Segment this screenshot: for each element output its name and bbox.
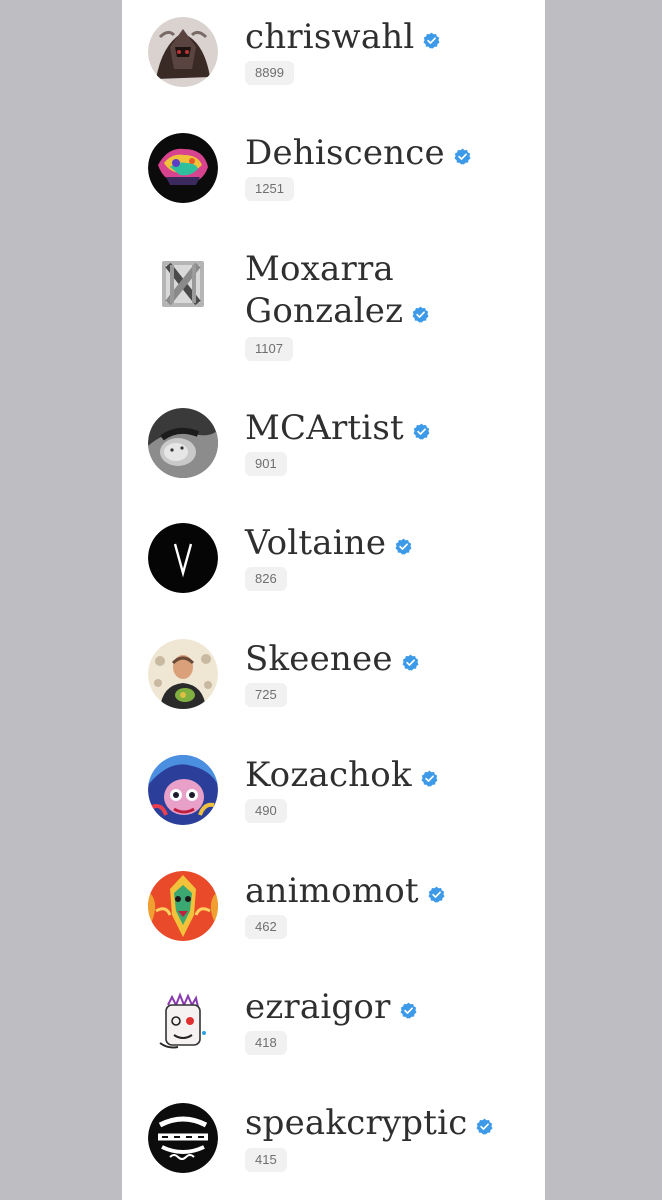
verified-check-icon bbox=[395, 538, 412, 555]
verified-check-icon bbox=[421, 770, 438, 787]
tribal-mask-avatar[interactable] bbox=[148, 871, 218, 941]
creator-item-voltaine[interactable]: Voltaine 826 bbox=[122, 506, 545, 622]
creator-item-mcartist[interactable]: MCArtist 901 bbox=[122, 390, 545, 506]
doodle-face-avatar[interactable] bbox=[148, 987, 218, 1057]
creator-name-block: Skeenee bbox=[245, 638, 525, 680]
x-logo-avatar[interactable] bbox=[148, 249, 218, 319]
creator-item-ezraigor[interactable]: ezraigor 418 bbox=[122, 970, 545, 1086]
creator-item-chriswahl[interactable]: chriswahl 8899 bbox=[122, 0, 545, 116]
colorful-abstract-avatar[interactable] bbox=[148, 133, 218, 203]
warrior-portrait-avatar[interactable] bbox=[148, 17, 218, 87]
creator-name-block: ezraigor bbox=[245, 986, 525, 1028]
creator-name[interactable]: Kozachok bbox=[245, 755, 412, 795]
creator-name-block: chriswahl bbox=[245, 16, 525, 58]
creator-name-block: speakcryptic bbox=[245, 1102, 525, 1144]
count-badge: 1107 bbox=[245, 337, 293, 361]
creator-name-line-2[interactable]: Gonzalez bbox=[245, 290, 525, 332]
creator-name-line-1[interactable]: Moxarra bbox=[245, 248, 525, 290]
count-badge: 826 bbox=[245, 567, 287, 591]
verified-check-icon bbox=[412, 306, 429, 323]
count-badge: 1251 bbox=[245, 177, 294, 201]
verified-check-icon bbox=[428, 886, 445, 903]
count-badge: 901 bbox=[245, 452, 287, 476]
creator-name-line-2-text[interactable]: Gonzalez bbox=[245, 291, 403, 331]
creator-list: chriswahl 8899 Dehiscence 1251 Moxarra G… bbox=[122, 0, 545, 1200]
creator-name-block: Voltaine bbox=[245, 522, 525, 564]
creator-name-block: Moxarra Gonzalez bbox=[245, 248, 525, 332]
creator-item-speakcryptic[interactable]: speakcryptic 415 bbox=[122, 1086, 545, 1200]
creator-name-block: Kozachok bbox=[245, 754, 525, 796]
creator-item-moxarra-gonzalez[interactable]: Moxarra Gonzalez 1107 bbox=[122, 232, 545, 390]
illustrated-face-avatar[interactable] bbox=[148, 755, 218, 825]
creator-name-block: MCArtist bbox=[245, 407, 525, 449]
verified-check-icon bbox=[476, 1118, 493, 1135]
creator-name[interactable]: MCArtist bbox=[245, 408, 404, 448]
grayscale-portrait-avatar[interactable] bbox=[148, 408, 218, 478]
verified-check-icon bbox=[454, 148, 471, 165]
creator-name[interactable]: speakcryptic bbox=[245, 1103, 467, 1143]
count-badge: 490 bbox=[245, 799, 287, 823]
creator-name[interactable]: chriswahl bbox=[245, 17, 414, 57]
creator-name[interactable]: animomot bbox=[245, 871, 419, 911]
count-badge: 8899 bbox=[245, 61, 294, 85]
verified-check-icon bbox=[400, 1002, 417, 1019]
person-photo-avatar[interactable] bbox=[148, 639, 218, 709]
creator-item-skeenee[interactable]: Skeenee 725 bbox=[122, 622, 545, 738]
creator-name[interactable]: Skeenee bbox=[245, 639, 393, 679]
creator-name-block: Dehiscence bbox=[245, 132, 525, 174]
count-badge: 415 bbox=[245, 1148, 287, 1172]
creator-name-block: animomot bbox=[245, 870, 525, 912]
creator-item-dehiscence[interactable]: Dehiscence 1251 bbox=[122, 116, 545, 232]
creator-name[interactable]: ezraigor bbox=[245, 987, 391, 1027]
verified-check-icon bbox=[402, 654, 419, 671]
creator-name[interactable]: Dehiscence bbox=[245, 133, 445, 173]
count-badge: 462 bbox=[245, 915, 287, 939]
verified-check-icon bbox=[413, 423, 430, 440]
count-badge: 725 bbox=[245, 683, 287, 707]
creator-item-kozachok[interactable]: Kozachok 490 bbox=[122, 738, 545, 854]
creator-name[interactable]: Voltaine bbox=[245, 523, 386, 563]
creator-item-animomot[interactable]: animomot 462 bbox=[122, 854, 545, 970]
verified-check-icon bbox=[423, 32, 440, 49]
v-logo-avatar[interactable] bbox=[148, 523, 218, 593]
creator-list-panel: chriswahl 8899 Dehiscence 1251 Moxarra G… bbox=[122, 0, 545, 1200]
speakcryptic-logo-avatar[interactable] bbox=[148, 1103, 218, 1173]
count-badge: 418 bbox=[245, 1031, 287, 1055]
